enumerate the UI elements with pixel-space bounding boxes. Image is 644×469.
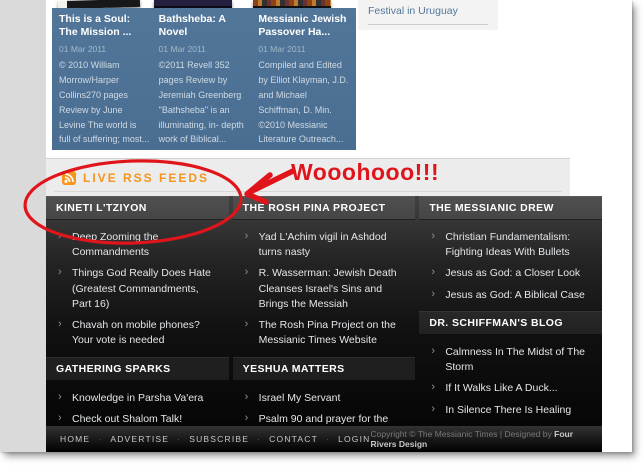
book-date: 01 Mar 2011 [158, 44, 206, 55]
feed-column-3: THE MESSIANIC DREW Christian Fundamental… [419, 196, 602, 426]
book-excerpt: Compiled and Edited by Elliot Klayman, J… [258, 60, 349, 145]
feed-block: DR. SCHIFFMAN'S BLOG Calmness In The Mid… [419, 310, 602, 418]
feed-link[interactable]: Yad L'Achim vigil in Ashdod turns nasty [245, 229, 408, 260]
feed-header: THE ROSH PINA PROJECT [232, 196, 416, 220]
feed-block: THE MESSIANIC DREW Christian Fundamental… [419, 196, 602, 303]
book-title[interactable]: Messianic Jewish Passover Ha... [258, 13, 349, 39]
feed-column-1: KINETI L'TZIYON Deep Zooming the Command… [46, 196, 229, 426]
footer-nav: HOME ADVERTISE SUBSCRIBE CONTACT LOGIN [60, 434, 371, 444]
book-cover-image-3 [253, 0, 331, 8]
book-date: 01 Mar 2011 [258, 44, 306, 55]
book-review-card: This is a Soul: The Mission ... 01 Mar 2… [59, 13, 150, 150]
feed-link[interactable]: The Rosh Pina Project on the Messianic T… [245, 317, 408, 348]
events-list-box: Festival in Uruguay [358, 0, 498, 30]
feed-column-2: THE ROSH PINA PROJECT Yad L'Achim vigil … [232, 196, 416, 426]
webpage: This is a Soul: The Mission ... 01 Mar 2… [0, 0, 632, 452]
annotated-screenshot: This is a Soul: The Mission ... 01 Mar 2… [0, 0, 644, 469]
feed-link[interactable]: Deep Zooming the Commandments [58, 229, 221, 260]
feed-link[interactable]: Israel My Servant [245, 390, 408, 406]
rss-icon [62, 170, 76, 185]
feed-link[interactable]: Psalm 90 and prayer for the New Year [245, 411, 408, 426]
book-reviews-panel: This is a Soul: The Mission ... 01 Mar 2… [52, 8, 356, 150]
rss-bar-title: LIVE RSS FEEDS [83, 170, 210, 185]
footer-nav-subscribe[interactable]: SUBSCRIBE [189, 434, 269, 444]
feed-header: YESHUA MATTERS [232, 356, 416, 381]
event-link[interactable]: Festival in Uruguay [368, 5, 488, 25]
footer-bar: HOME ADVERTISE SUBSCRIBE CONTACT LOGIN C… [46, 426, 602, 452]
copyright-text: Copyright © The Messianic Times | Design… [370, 429, 552, 439]
book-title[interactable]: Bathsheba: A Novel [159, 13, 250, 39]
book-review-card: Messianic Jewish Passover Ha... 01 Mar 2… [258, 13, 349, 150]
feed-link[interactable]: Things God Really Does Hate (Greatest Co… [58, 265, 221, 312]
feed-link-list: Christian Fundamentalism: Fighting Ideas… [419, 220, 602, 303]
feed-link[interactable]: R. Wasserman: Jewish Death Cleanses Isra… [245, 265, 408, 312]
feed-link[interactable]: Check out Shalom Talk! [58, 411, 221, 426]
feed-link-list: Knowledge in Parsha Va'era Check out Sha… [46, 381, 229, 426]
feed-link-list: Calmness In The Midst of The Storm If It… [419, 335, 602, 418]
footer-nav-advertise[interactable]: ADVERTISE [110, 434, 189, 444]
feed-link[interactable]: Knowledge in Parsha Va'era [58, 390, 221, 406]
feed-link-list: Israel My Servant Psalm 90 and prayer fo… [233, 381, 416, 426]
feed-link[interactable]: Jesus as God: A Biblical Case [431, 287, 594, 303]
footer-copyright: Copyright © The Messianic Times | Design… [371, 429, 592, 449]
book-excerpt: ©2011 Revell 352 pages Review by Jeremia… [158, 60, 244, 145]
feed-block: GATHERING SPARKS Knowledge in Parsha Va'… [46, 356, 229, 426]
feed-link-list: Yad L'Achim vigil in Ashdod turns nasty … [233, 220, 416, 349]
book-date: 01 Mar 2011 [59, 44, 107, 55]
feed-header: DR. SCHIFFMAN'S BLOG [419, 310, 602, 335]
feed-header: GATHERING SPARKS [46, 356, 229, 381]
book-cover-image-2 [154, 0, 232, 8]
feed-link[interactable]: Christian Fundamentalism: Fighting Ideas… [431, 229, 594, 260]
footer-nav-home[interactable]: HOME [60, 434, 110, 444]
footer-nav-contact[interactable]: CONTACT [269, 434, 338, 444]
feed-block: YESHUA MATTERS Israel My Servant Psalm 9… [232, 356, 416, 426]
book-title[interactable]: This is a Soul: The Mission ... [59, 13, 150, 39]
feeds-section: KINETI L'TZIYON Deep Zooming the Command… [46, 196, 602, 426]
book-review-card: Bathsheba: A Novel 01 Mar 2011 ©2011 Rev… [159, 13, 250, 150]
book-excerpt: © 2010 William Morrow/Harper Collins270 … [59, 60, 150, 145]
feed-link[interactable]: Chavah on mobile phones? Your vote is ne… [58, 317, 221, 348]
live-rss-feeds-bar: LIVE RSS FEEDS [46, 158, 570, 196]
feed-link[interactable]: Calmness In The Midst of The Storm [431, 344, 594, 375]
feed-link-list: Deep Zooming the Commandments Things God… [46, 220, 229, 349]
feed-header: KINETI L'TZIYON [46, 196, 229, 220]
feed-header: THE MESSIANIC DREW [419, 196, 602, 220]
footer-nav-login[interactable]: LOGIN [338, 434, 370, 444]
feed-link[interactable]: If It Walks Like A Duck... [431, 380, 594, 396]
feed-block: THE ROSH PINA PROJECT Yad L'Achim vigil … [232, 196, 416, 349]
page-background-margin [0, 0, 46, 452]
feed-block: KINETI L'TZIYON Deep Zooming the Command… [46, 196, 229, 349]
feed-link[interactable]: Jesus as God: a Closer Look [431, 265, 594, 281]
feed-link[interactable]: In Silence There Is Healing [431, 402, 594, 418]
